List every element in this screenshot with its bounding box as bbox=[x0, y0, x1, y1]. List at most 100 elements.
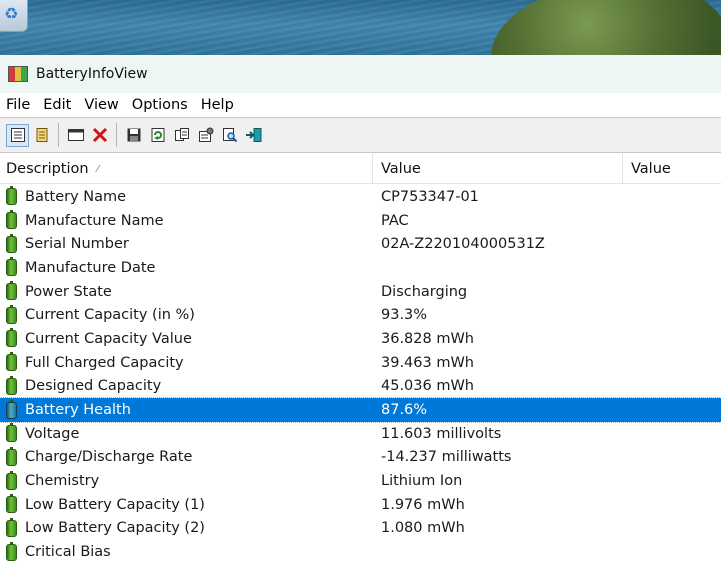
list-view-icon bbox=[10, 128, 25, 142]
row-description: Battery Name bbox=[25, 188, 127, 205]
toolbar-separator bbox=[116, 123, 117, 147]
battery-icon bbox=[6, 233, 17, 253]
recycle-bin-icon[interactable]: ♻ bbox=[0, 0, 28, 32]
row-value: Discharging bbox=[381, 283, 468, 300]
battery-info-list[interactable]: Description ⁄ Value Value Battery Name C… bbox=[0, 154, 721, 572]
row-value: Lithium Ion bbox=[381, 473, 463, 490]
row-value: 02A-Z220104000531Z bbox=[381, 236, 545, 253]
battery-app-icon bbox=[8, 66, 28, 82]
row-description: Current Capacity (in %) bbox=[25, 307, 195, 324]
island-cliff bbox=[491, 0, 721, 55]
find-icon bbox=[222, 128, 237, 143]
row-description: Low Battery Capacity (1) bbox=[25, 496, 205, 513]
title-bar[interactable]: BatteryInfoView bbox=[0, 55, 721, 93]
column-header-description[interactable]: Description ⁄ bbox=[0, 154, 373, 183]
list-row[interactable]: Designed Capacity 45.036 mWh bbox=[0, 375, 721, 399]
log-list-icon bbox=[36, 128, 47, 142]
row-value: 36.828 mWh bbox=[381, 330, 474, 347]
list-row[interactable]: Battery Name CP753347-01 bbox=[0, 185, 721, 209]
red-x-icon bbox=[92, 127, 107, 143]
toolbar bbox=[0, 117, 721, 153]
list-row[interactable]: Full Charged Capacity 39.463 mWh bbox=[0, 351, 721, 375]
column-header-label: Description bbox=[6, 161, 89, 177]
row-description: Manufacture Date bbox=[25, 259, 156, 276]
list-rows: Battery Name CP753347-01 Manufacture Nam… bbox=[0, 185, 721, 564]
battery-icon bbox=[6, 352, 17, 372]
row-value: 45.036 mWh bbox=[381, 378, 474, 395]
battery-icon bbox=[6, 257, 17, 277]
row-value: PAC bbox=[381, 212, 409, 229]
row-value: 39.463 mWh bbox=[381, 354, 474, 371]
battery-icon bbox=[6, 375, 17, 395]
column-header-label: Value bbox=[381, 161, 421, 177]
row-value: 93.3% bbox=[381, 307, 428, 324]
refresh-icon bbox=[151, 128, 164, 142]
list-header: Description ⁄ Value Value bbox=[0, 154, 721, 184]
list-row[interactable]: Current Capacity (in %) 93.3% bbox=[0, 303, 721, 327]
menu-view[interactable]: View bbox=[78, 97, 125, 113]
list-row[interactable]: Critical Bias bbox=[0, 540, 721, 564]
row-description: Full Charged Capacity bbox=[25, 354, 184, 371]
window-icon bbox=[67, 129, 84, 141]
battery-icon bbox=[6, 186, 17, 206]
column-header-value-2[interactable]: Value bbox=[623, 154, 721, 183]
battery-icon bbox=[6, 446, 17, 466]
window-title: BatteryInfoView bbox=[36, 66, 148, 82]
battery-icon bbox=[6, 423, 17, 443]
list-row[interactable]: Low Battery Capacity (2) 1.080 mWh bbox=[0, 517, 721, 541]
column-header-value[interactable]: Value bbox=[373, 154, 623, 183]
list-row[interactable]: Low Battery Capacity (1) 1.976 mWh bbox=[0, 493, 721, 517]
properties-icon bbox=[198, 127, 213, 142]
row-value: 1.080 mWh bbox=[381, 520, 465, 537]
list-row[interactable]: Current Capacity Value 36.828 mWh bbox=[0, 327, 721, 351]
list-row[interactable]: Chemistry Lithium Ion bbox=[0, 469, 721, 493]
toolbar-separator bbox=[58, 123, 59, 147]
list-row[interactable]: Charge/Discharge Rate -14.237 milliwatts bbox=[0, 446, 721, 470]
window-button[interactable] bbox=[64, 124, 87, 147]
row-description: Current Capacity Value bbox=[25, 330, 192, 347]
list-row[interactable]: Manufacture Date bbox=[0, 256, 721, 280]
row-value: CP753347-01 bbox=[381, 188, 479, 205]
list-row-selected[interactable]: Battery Health 87.6% bbox=[0, 397, 721, 423]
list-row[interactable]: Serial Number 02A-Z220104000531Z bbox=[0, 232, 721, 256]
sort-indicator-icon: ⁄ bbox=[97, 164, 99, 175]
battery-icon bbox=[6, 281, 17, 301]
list-row[interactable]: Voltage 11.603 millivolts bbox=[0, 422, 721, 446]
row-description: Critical Bias bbox=[25, 544, 111, 561]
properties-view-button[interactable] bbox=[6, 123, 29, 147]
menu-help[interactable]: Help bbox=[195, 97, 241, 113]
row-value: 1.976 mWh bbox=[381, 496, 465, 513]
battery-icon bbox=[6, 210, 17, 230]
refresh-button[interactable] bbox=[146, 124, 169, 147]
list-row[interactable]: Manufacture Name PAC bbox=[0, 209, 721, 233]
copy-button[interactable] bbox=[170, 124, 193, 147]
find-button[interactable] bbox=[218, 124, 241, 147]
save-button[interactable] bbox=[122, 124, 145, 147]
log-view-button[interactable] bbox=[30, 124, 53, 147]
menu-edit[interactable]: Edit bbox=[37, 97, 78, 113]
row-description: Serial Number bbox=[25, 236, 129, 253]
desktop-wallpaper: ♻ bbox=[0, 0, 721, 55]
list-row[interactable]: Power State Discharging bbox=[0, 280, 721, 304]
properties-button[interactable] bbox=[194, 124, 217, 147]
row-description: Designed Capacity bbox=[25, 378, 162, 395]
menu-bar: File Edit View Options Help bbox=[0, 93, 721, 117]
row-value: 87.6% bbox=[381, 402, 428, 419]
battery-icon bbox=[6, 328, 17, 348]
row-description: Battery Health bbox=[25, 402, 131, 419]
battery-icon bbox=[6, 517, 17, 537]
row-description: Power State bbox=[25, 283, 112, 300]
row-description: Chemistry bbox=[25, 473, 100, 490]
row-description: Manufacture Name bbox=[25, 212, 164, 229]
row-value: -14.237 milliwatts bbox=[381, 449, 512, 466]
battery-icon bbox=[6, 541, 17, 561]
row-description: Voltage bbox=[25, 425, 80, 442]
menu-file[interactable]: File bbox=[0, 97, 37, 113]
clear-button[interactable] bbox=[88, 124, 111, 147]
copy-icon bbox=[174, 128, 189, 141]
menu-options[interactable]: Options bbox=[126, 97, 195, 113]
exit-button[interactable] bbox=[242, 124, 265, 147]
battery-icon bbox=[6, 304, 17, 324]
row-description: Low Battery Capacity (2) bbox=[25, 520, 205, 537]
row-description: Charge/Discharge Rate bbox=[25, 449, 193, 466]
